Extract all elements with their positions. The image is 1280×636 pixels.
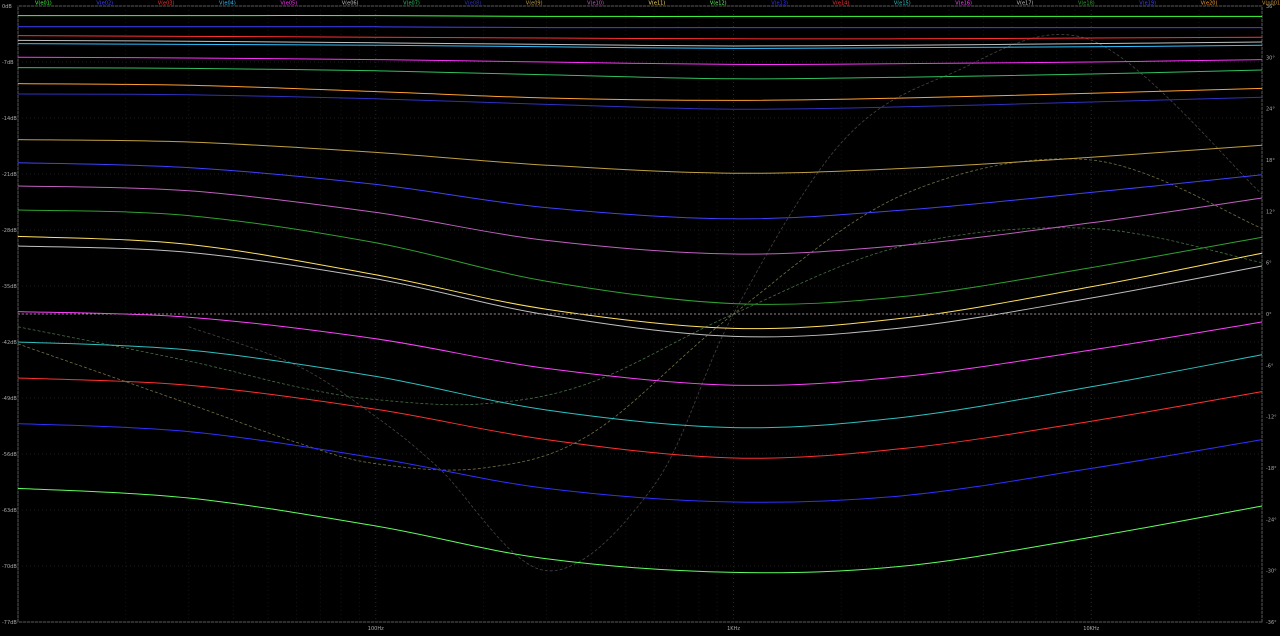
y-right-tick-label: 6°	[1266, 261, 1272, 267]
legend-item[interactable]: V(e05)	[280, 1, 297, 7]
y-right-tick-label: -36°	[1266, 620, 1277, 626]
x-tick-label: 100Hz	[368, 626, 384, 632]
plot-svg: 0dB -7dB -14dB -21dB -28dB -35dB -42dB -49dB -56…	[0, 0, 1280, 632]
y-right-tick-label: 12°	[1266, 209, 1275, 215]
bode-plot: 0dB -7dB -14dB -21dB -28dB -35dB -42dB -49dB -56…	[0, 0, 1280, 632]
y-right-tick-label: -6°	[1266, 363, 1274, 369]
legend-item[interactable]: V(e19)	[1139, 1, 1156, 7]
legend-item[interactable]: V(e20)	[1201, 1, 1218, 7]
y-left-tick-label: -42dB	[2, 340, 17, 346]
legend-item[interactable]: V(e03)	[158, 1, 175, 7]
y-left-tick-label: -35dB	[2, 284, 17, 290]
y-left-tick-label: -7dB	[2, 60, 14, 66]
legend-item[interactable]: V(e11)	[649, 1, 666, 7]
legend-item[interactable]: V(e01)	[35, 1, 52, 7]
y-left-tick-label: -63dB	[2, 508, 17, 514]
y-left-tick-label: -14dB	[2, 116, 17, 122]
legend-item[interactable]: V(e18)	[1078, 1, 1095, 7]
legend-item[interactable]: V(e04)	[219, 1, 236, 7]
y-right-tick-label: -18°	[1266, 466, 1277, 472]
y-left-tick-label: -77dB	[2, 620, 17, 626]
y-left-tick-label: -21dB	[2, 172, 17, 178]
y-right-tick-label: 24°	[1266, 107, 1275, 113]
legend-item[interactable]: V(e02)	[96, 1, 113, 7]
legend[interactable]: V(e01) V(e02) V(e03) V(e04) V(e05) V(e06) V(e0…	[35, 1, 1280, 7]
legend-item[interactable]: V(e08)	[464, 1, 481, 7]
y-left-tick-label: -56dB	[2, 452, 17, 458]
legend-item[interactable]: V(e10)	[587, 1, 604, 7]
y-right-tick-label: 18°	[1266, 158, 1275, 164]
legend-item[interactable]: V(e14)	[833, 1, 850, 7]
y-right-tick-label: -30°	[1266, 569, 1277, 575]
legend-item[interactable]: V(e13)	[771, 1, 788, 7]
y-right-tick-label: -24°	[1266, 517, 1277, 523]
legend-item[interactable]: V(e07)	[403, 1, 420, 7]
legend-item[interactable]: V(e06)	[342, 1, 359, 7]
legend-item[interactable]: V(e15)	[894, 1, 911, 7]
x-tick-label: 1KHz	[727, 626, 740, 632]
y-right-tick-label: 30°	[1266, 55, 1275, 61]
y-left-tick-label: -49dB	[2, 396, 17, 402]
y-left-tick-label: -28dB	[2, 228, 17, 234]
legend-item[interactable]: V(e12)	[710, 1, 727, 7]
legend-item[interactable]: V(e17)	[1017, 1, 1034, 7]
y-left-tick-label: 0dB	[2, 4, 12, 10]
legend-item[interactable]: V(e09)	[526, 1, 543, 7]
y-left-tick-label: -70dB	[2, 564, 17, 570]
y-right-tick-label: -12°	[1266, 415, 1277, 421]
x-tick-label: 10KHz	[1083, 626, 1099, 632]
legend-item[interactable]: V(e16)	[955, 1, 972, 7]
y-right-tick-label: 0°	[1266, 312, 1272, 318]
legend-item[interactable]: V(n001)	[1262, 1, 1280, 7]
